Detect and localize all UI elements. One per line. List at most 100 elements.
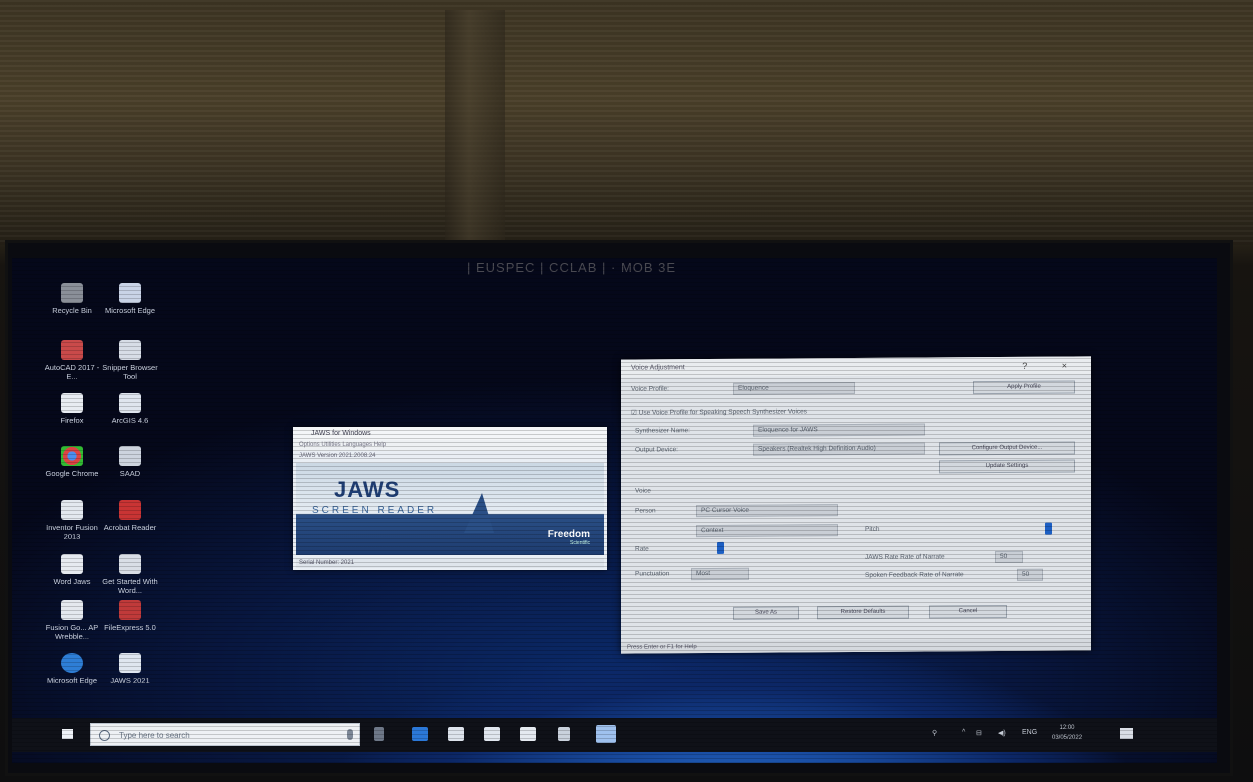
update-settings-button[interactable]: Update Settings xyxy=(939,459,1075,474)
app-icon xyxy=(119,600,141,620)
window-controls[interactable]: ? × xyxy=(1022,356,1083,374)
recycle-bin-icon xyxy=(61,283,83,303)
jaws-logo: JAWS xyxy=(334,477,401,502)
desktop-icon-fileexpress[interactable]: FileExpress 5.0 xyxy=(100,600,160,632)
desktop-icon-label: SAAD xyxy=(119,469,141,478)
restore-defaults-button[interactable]: Restore Defaults xyxy=(817,605,909,620)
spoken-rate-field[interactable]: 50 xyxy=(1017,568,1043,581)
configure-device-button[interactable]: Configure Output Device... xyxy=(939,441,1075,456)
jaws-menubar[interactable]: Options Utilities Languages Help xyxy=(293,440,607,451)
desktop-icon-saad[interactable]: SAAD xyxy=(100,446,160,478)
person-label: Person xyxy=(635,507,656,515)
edge-icon xyxy=(119,283,141,303)
desktop-icon-label: Microsoft Edge xyxy=(46,676,98,685)
cancel-button[interactable]: Cancel xyxy=(929,604,1007,619)
output-field[interactable]: Speakers (Realtek High Definition Audio) xyxy=(753,442,925,456)
person-dropdown[interactable]: PC Cursor Voice xyxy=(696,504,838,518)
inventor-icon xyxy=(61,500,83,520)
jaws-rate-field[interactable]: 50 xyxy=(995,550,1023,564)
voice-section-header: Voice xyxy=(635,487,651,495)
search-placeholder: Type here to search xyxy=(119,731,190,740)
network-icon[interactable]: ⊟ xyxy=(976,729,982,737)
microphone-icon[interactable] xyxy=(347,729,353,740)
desktop-icon-firefox[interactable]: Firefox xyxy=(42,393,102,425)
save-as-button[interactable]: Save As xyxy=(733,606,799,620)
dialog-titlebar: Voice Adjustment ? × xyxy=(621,356,1091,378)
taskbar: Type here to search ⚲ ^ ⊟ ◀) ENG 12:00 0… xyxy=(12,718,1217,752)
monitor-label: | EUSPEC | CCLAB | · MOB 3E xyxy=(467,260,677,275)
jaws-rate-label: JAWS Rate Rate of Narrate xyxy=(865,553,945,561)
jaws-statusbar: Serial Number: 2021 xyxy=(296,558,604,568)
firefox-icon xyxy=(61,393,83,413)
task-view-icon[interactable] xyxy=(374,727,384,741)
jaws-window[interactable]: JAWS for Windows Options Utilities Langu… xyxy=(293,427,607,570)
desktop-icon-snipper[interactable]: Snipper Browser Tool xyxy=(100,340,160,381)
acrobat-icon xyxy=(119,500,141,520)
desktop-icon-label: Google Chrome xyxy=(45,469,99,478)
punctuation-dropdown[interactable]: Most xyxy=(691,567,749,581)
file-explorer-icon[interactable] xyxy=(448,727,464,741)
desktop-icon-recycle-bin[interactable]: Recycle Bin xyxy=(42,283,102,315)
chevron-up-icon[interactable]: ^ xyxy=(962,729,965,736)
desktop-icon-edge-2[interactable]: Microsoft Edge xyxy=(42,653,102,685)
app-icon xyxy=(61,554,83,574)
jaws-icon xyxy=(119,653,141,673)
taskbar-search-box[interactable]: Type here to search xyxy=(90,723,360,746)
desktop-icon-inventor[interactable]: Inventor Fusion 2013 xyxy=(42,500,102,541)
desktop-icon-label: JAWS 2021 xyxy=(110,676,150,685)
apply-profile-button[interactable]: Apply Profile xyxy=(973,380,1075,395)
desktop-icon-fusion[interactable]: Fusion Go... AP Wrebble... xyxy=(42,600,102,641)
mail-icon[interactable] xyxy=(520,727,536,741)
punctuation-label: Punctuation xyxy=(635,570,670,578)
desktop-icon-acrobat[interactable]: Acrobat Reader xyxy=(100,500,160,532)
cortana-circle-icon xyxy=(99,730,110,741)
voice-profile-checkbox[interactable]: ☑ Use Voice Profile for Speaking Speech … xyxy=(631,407,807,416)
jaws-banner: JAWS SCREEN READER Freedom Scientific xyxy=(296,463,604,555)
brand-sub: Scientific xyxy=(569,540,590,546)
shark-fin-icon xyxy=(464,493,494,533)
edge-taskbar-icon[interactable] xyxy=(412,727,428,741)
desktop-screen: | EUSPEC | CCLAB | · MOB 3E Recycle Bin … xyxy=(12,258,1217,763)
context-dropdown[interactable]: Context xyxy=(696,524,838,538)
app-taskbar-icon[interactable] xyxy=(558,727,570,741)
app-icon xyxy=(61,600,83,620)
chrome-icon xyxy=(61,446,83,466)
desktop-icon-arcgis[interactable]: ArcGIS 4.6 xyxy=(100,393,160,425)
wall-background xyxy=(0,0,1253,245)
app-icon xyxy=(119,554,141,574)
spoken-rate-label: Spoken Feedback Rate of Narrate xyxy=(865,571,964,579)
language-indicator[interactable]: ENG xyxy=(1022,729,1037,736)
clock-date: 03/05/2022 xyxy=(1052,735,1083,741)
wall-pipe xyxy=(445,10,505,245)
freedom-scientific-logo: Freedom Scientific xyxy=(548,529,590,546)
store-icon[interactable] xyxy=(484,727,500,741)
app-icon xyxy=(119,446,141,466)
synth-label: Synthesizer Name: xyxy=(635,427,690,435)
desktop-icon-label: AutoCAD 2017 - E... xyxy=(44,363,100,381)
profile-dropdown[interactable]: Eloquence xyxy=(733,382,855,395)
desktop-icon-get-started[interactable]: Get Started With Word... xyxy=(100,554,160,595)
synth-field[interactable]: Eloquence for JAWS xyxy=(753,423,925,437)
taskbar-clock[interactable]: 12:00 03/05/2022 xyxy=(1052,723,1082,743)
voice-settings-dialog[interactable]: Voice Adjustment ? × Voice Profile: Eloq… xyxy=(621,356,1091,654)
desktop-icon-chrome[interactable]: Google Chrome xyxy=(42,446,102,478)
notification-icon[interactable] xyxy=(1120,728,1133,739)
profile-label: Voice Profile: xyxy=(631,385,669,393)
pitch-slider-thumb[interactable] xyxy=(1045,522,1052,535)
clock-time: 12:00 xyxy=(1059,725,1075,731)
desktop-icon-edge[interactable]: Microsoft Edge xyxy=(100,283,160,315)
person-tray-icon[interactable]: ⚲ xyxy=(932,729,937,737)
edge-icon xyxy=(61,653,83,673)
desktop-icon-label: Snipper Browser Tool xyxy=(102,363,158,381)
desktop-icon-label: ArcGIS 4.6 xyxy=(111,416,149,425)
app-icon xyxy=(119,340,141,360)
volume-icon[interactable]: ◀) xyxy=(998,729,1006,737)
jaws-taskbar-icon[interactable] xyxy=(596,725,616,743)
desktop-icon-autocad[interactable]: AutoCAD 2017 - E... xyxy=(42,340,102,381)
windows-start-icon[interactable] xyxy=(62,729,73,739)
rate-slider-thumb[interactable] xyxy=(717,541,724,554)
desktop-icon-label: Microsoft Edge xyxy=(104,306,156,315)
desktop-icon-jaws[interactable]: JAWS 2021 xyxy=(100,653,160,685)
desktop-icon-word-jaws[interactable]: Word Jaws xyxy=(42,554,102,586)
desktop-icon-label: Recycle Bin xyxy=(52,306,92,315)
